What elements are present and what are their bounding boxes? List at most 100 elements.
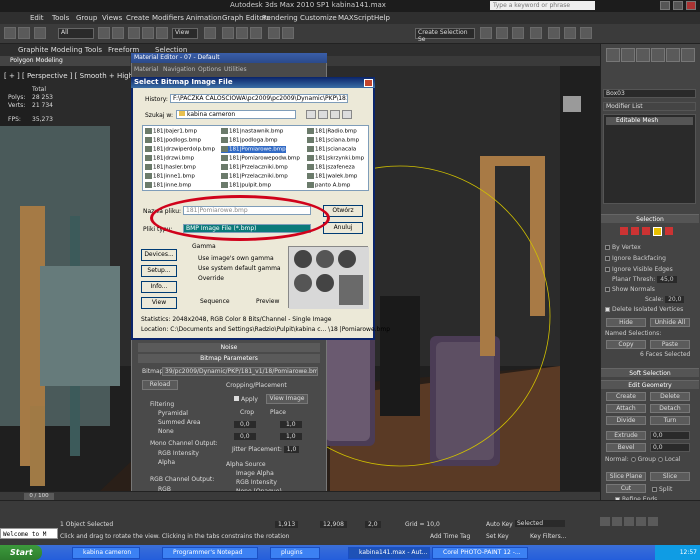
setup-button[interactable]: Setup...: [141, 265, 177, 277]
selected-dropdown[interactable]: Selected: [515, 520, 565, 527]
reload-button[interactable]: Reload: [142, 380, 178, 390]
menu-views[interactable]: Views: [102, 14, 122, 22]
menu-group[interactable]: Group: [76, 14, 97, 22]
tab-graphite-modeling-tools[interactable]: Graphite Modeling Tools: [18, 46, 102, 54]
edit-geometry-rollout[interactable]: Edit Geometry: [601, 380, 699, 389]
minimize-button[interactable]: [660, 1, 670, 10]
file-item[interactable]: 181|skrzynki.bmp: [307, 155, 364, 162]
file-item[interactable]: 181|inne.bmp: [145, 182, 191, 189]
polygon-modeling-label[interactable]: Polygon Modeling: [10, 57, 63, 64]
menu-animation[interactable]: Animation: [186, 14, 222, 22]
schematic-view-icon[interactable]: [512, 27, 524, 39]
reference-coordinate-dropdown[interactable]: View: [172, 28, 198, 39]
look-in-dropdown[interactable]: kabina cameron: [176, 110, 296, 119]
new-folder-icon[interactable]: [330, 110, 340, 119]
by-vertex-checkbox[interactable]: By Vertex: [605, 244, 641, 251]
x-coordinate[interactable]: 1,913: [275, 521, 299, 528]
crop-radio[interactable]: Crop: [240, 409, 254, 416]
hide-button[interactable]: Hide: [606, 318, 646, 327]
menu-help[interactable]: Help: [374, 14, 390, 22]
stack-item-editable-mesh[interactable]: Editable Mesh: [606, 117, 693, 125]
object-name-field[interactable]: Box03: [603, 89, 696, 98]
undo-icon[interactable]: [4, 27, 16, 39]
file-item[interactable]: 181|pulpit.bmp: [221, 182, 271, 189]
utilities-tab-icon[interactable]: [681, 48, 695, 62]
display-tab-icon[interactable]: [666, 48, 680, 62]
prev-frame-icon[interactable]: [612, 517, 622, 526]
paste-button[interactable]: Paste: [650, 340, 690, 349]
file-item[interactable]: 181|drzwi.bmp: [145, 155, 194, 162]
show-normals-checkbox[interactable]: Show Normals: [605, 286, 655, 293]
divide-button[interactable]: Divide: [606, 416, 646, 425]
menu-modifiers[interactable]: Modifiers: [152, 14, 184, 22]
jitter-placement[interactable]: Jitter Placement: 1,0: [232, 446, 300, 453]
motion-tab-icon[interactable]: [651, 48, 665, 62]
delete-isolated-checkbox[interactable]: Delete Isolated Vertices: [605, 306, 683, 313]
slice-button[interactable]: Slice: [650, 472, 690, 481]
file-item[interactable]: 181|podloga.bmp: [221, 137, 278, 144]
curve-editor-icon[interactable]: [496, 27, 508, 39]
info-button[interactable]: Info...: [141, 281, 177, 293]
ignore-backfacing-checkbox[interactable]: Ignore Backfacing: [605, 255, 666, 262]
rotate-icon[interactable]: [142, 27, 154, 39]
cancel-button[interactable]: Anuluj: [323, 222, 363, 234]
start-button[interactable]: Start: [0, 545, 42, 560]
slice-plane-button[interactable]: Slice Plane: [606, 472, 646, 481]
mirror-icon[interactable]: [268, 27, 280, 39]
file-item[interactable]: 181|sciana.bmp: [307, 137, 359, 144]
rgb-intensity2-radio[interactable]: RGB Intensity: [236, 479, 277, 486]
file-item-selected[interactable]: 181|Pomiarowe.bmp: [221, 146, 286, 153]
goto-end-icon[interactable]: [648, 517, 658, 526]
image-alpha-radio[interactable]: Image Alpha: [236, 470, 274, 477]
u-spinner[interactable]: 0,0: [234, 421, 256, 428]
menu-customize[interactable]: Customize: [300, 14, 337, 22]
angle-snap-icon[interactable]: [236, 27, 248, 39]
time-slider[interactable]: 0 / 100: [0, 491, 600, 500]
set-key-button[interactable]: Set Key: [486, 533, 509, 540]
file-item[interactable]: 181|podlogs.bmp: [145, 137, 201, 144]
dialog-close-icon[interactable]: [364, 79, 373, 87]
maximize-button[interactable]: [673, 1, 683, 10]
next-frame-icon[interactable]: [636, 517, 646, 526]
place-radio[interactable]: Place: [270, 409, 286, 416]
v-spinner[interactable]: 0,0: [234, 433, 256, 440]
polygon-icon[interactable]: [653, 227, 662, 236]
view-button[interactable]: View: [141, 297, 177, 309]
bitmap-parameters-rollout[interactable]: Bitmap Parameters: [138, 354, 320, 363]
select-by-name-icon[interactable]: [112, 27, 124, 39]
attach-button[interactable]: Attach: [606, 404, 646, 413]
bevel-spinner[interactable]: 0,0: [650, 443, 690, 452]
file-item[interactable]: 181|drzwiperdolp.bmp: [145, 146, 215, 153]
create-button[interactable]: Create: [606, 392, 646, 401]
use-own-gamma-radio[interactable]: Use image's own gamma: [198, 255, 274, 262]
apply-checkbox[interactable]: Apply: [234, 396, 258, 403]
selection-filter-dropdown[interactable]: All: [58, 28, 94, 39]
file-item[interactable]: 181|hasler.bmp: [145, 164, 196, 171]
scale-icon[interactable]: [156, 27, 168, 39]
file-item[interactable]: 181|szafeneza: [307, 164, 355, 171]
task-programmers-notepad[interactable]: Programmer's Notepad: [162, 547, 258, 559]
edge-icon[interactable]: [631, 227, 639, 235]
extrude-spinner[interactable]: 0,0: [650, 431, 690, 440]
move-icon[interactable]: [128, 27, 140, 39]
align-icon[interactable]: [282, 27, 294, 39]
task-corel-photo-paint[interactable]: Corel PHOTO-PAINT 12 -...: [432, 547, 528, 559]
cut-button[interactable]: Cut: [606, 484, 646, 493]
menu-rendering[interactable]: Rendering: [262, 14, 298, 22]
delete-button[interactable]: Delete: [650, 392, 690, 401]
mated-menu-navigation[interactable]: Navigation: [163, 66, 195, 73]
menu-tools[interactable]: Tools: [52, 14, 69, 22]
hierarchy-tab-icon[interactable]: [636, 48, 650, 62]
mated-menu-options[interactable]: Options: [198, 66, 221, 73]
key-filters-button[interactable]: Key Filters...: [530, 533, 567, 540]
time-slider-thumb[interactable]: 0 / 100: [24, 493, 54, 500]
render-frame-icon[interactable]: [564, 27, 576, 39]
file-item[interactable]: 181|Radio.bmp: [307, 128, 357, 135]
render-icon[interactable]: [580, 27, 592, 39]
percent-snap-icon[interactable]: [250, 27, 262, 39]
modifier-list-dropdown[interactable]: Modifier List: [603, 102, 696, 111]
mated-menu-material[interactable]: Material: [134, 66, 158, 73]
planar-thresh-spinner[interactable]: 45,0: [657, 276, 677, 283]
modify-tab-icon[interactable]: [621, 48, 635, 62]
task-kabina-cameron[interactable]: kabina cameron: [72, 547, 140, 559]
